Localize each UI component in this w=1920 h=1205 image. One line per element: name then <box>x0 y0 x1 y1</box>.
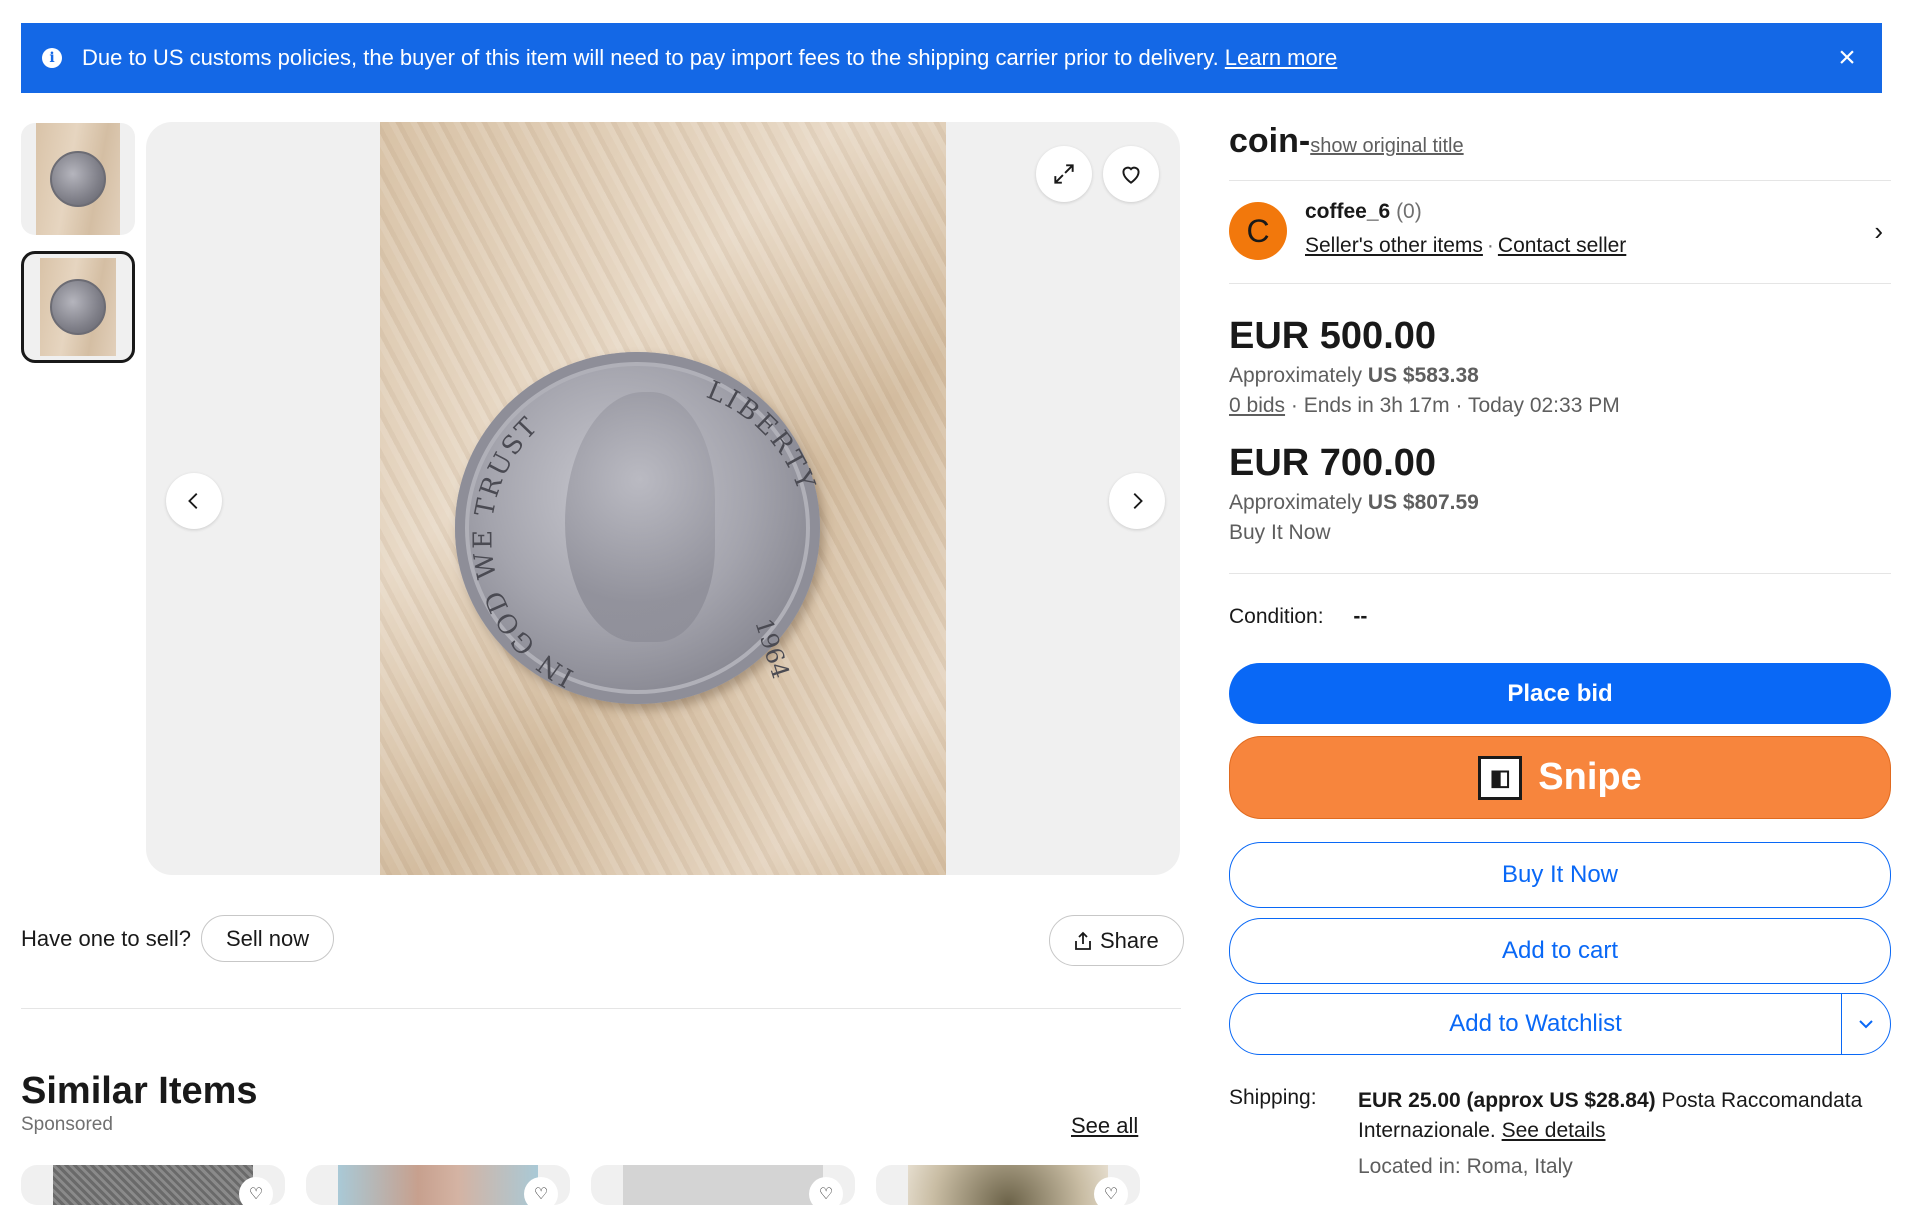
coin-thumbnail-image <box>50 151 106 207</box>
similar-item-image <box>338 1165 538 1205</box>
item-title: coin-show original title <box>1229 122 1464 161</box>
seller-links: Seller's other items · Contact seller <box>1305 234 1627 257</box>
approx-value: US $583.38 <box>1367 364 1479 387</box>
title-divider <box>1229 180 1891 181</box>
coin-year: 1964 <box>749 615 795 682</box>
end-time: Today 02:33 PM <box>1467 394 1620 417</box>
similar-item-card[interactable]: ♡ <box>306 1165 570 1205</box>
auction-price: EUR 500.00 <box>1229 315 1437 357</box>
seller-other-items-link[interactable]: Seller's other items <box>1305 234 1483 257</box>
seller-feedback: (0) <box>1396 200 1422 223</box>
auction-meta: 0 bids · Ends in 3h 17m · Today 02:33 PM <box>1229 394 1620 417</box>
coin-image: IN GOD WE TRUST LIBERTY 1964 <box>455 352 820 704</box>
main-image-viewer: IN GOD WE TRUST LIBERTY 1964 <box>146 122 1180 875</box>
item-title-text: coin- <box>1229 122 1311 160</box>
seller-name[interactable]: coffee_6 <box>1305 200 1390 223</box>
similar-item-card[interactable]: ♡ <box>591 1165 855 1205</box>
approx-value: US $807.59 <box>1367 491 1479 514</box>
bids-link[interactable]: 0 bids <box>1229 394 1285 417</box>
watchlist-split-button: Add to Watchlist <box>1229 993 1891 1055</box>
seller-card[interactable]: C coffee_6 (0) Seller's other items · Cont… <box>1229 200 1891 264</box>
buy-now-price: EUR 700.00 <box>1229 442 1437 484</box>
buy-now-label: Buy It Now <box>1229 521 1331 544</box>
heart-icon[interactable]: ♡ <box>239 1177 273 1205</box>
see-details-link[interactable]: See details <box>1502 1119 1606 1142</box>
share-label: Share <box>1100 927 1159 953</box>
coin-thumbnail-image <box>50 279 106 335</box>
share-button[interactable]: Share <box>1049 915 1184 966</box>
coin-legend-right: LIBERTY <box>702 375 818 496</box>
info-icon: i <box>42 48 62 68</box>
section-divider <box>21 1008 1181 1009</box>
learn-more-link[interactable]: Learn more <box>1225 45 1338 71</box>
share-icon <box>1075 931 1091 950</box>
heart-icon[interactable]: ♡ <box>809 1177 843 1205</box>
sell-now-button[interactable]: Sell now <box>201 915 335 962</box>
show-original-title-link[interactable]: show original title <box>1310 135 1463 157</box>
shipping-cost: EUR 25.00 (approx US $28.84) <box>1358 1089 1656 1112</box>
item-location: Located in: Roma, Italy <box>1358 1155 1573 1178</box>
contact-seller-link[interactable]: Contact seller <box>1498 234 1626 257</box>
seller-name-row: coffee_6 (0) <box>1305 200 1422 224</box>
condition-label: Condition: <box>1229 605 1324 628</box>
sponsored-label: Sponsored <box>21 1114 113 1135</box>
seller-divider <box>1229 283 1891 284</box>
add-to-watchlist-button[interactable]: Add to Watchlist <box>1230 994 1841 1054</box>
similar-item-card[interactable]: ♡ <box>21 1165 285 1205</box>
close-icon[interactable]: × <box>1830 41 1864 75</box>
prev-image-button[interactable] <box>166 473 222 529</box>
approx-label: Approximately <box>1229 491 1363 514</box>
sell-question: Have one to sell? <box>21 925 191 951</box>
svg-text:LIBERTY: LIBERTY <box>702 375 820 496</box>
next-image-button[interactable] <box>1109 473 1165 529</box>
similar-item-image <box>623 1165 823 1205</box>
expand-icon <box>1054 164 1074 184</box>
thumbnail-2-selected[interactable] <box>21 251 135 363</box>
see-all-link[interactable]: See all <box>1071 1113 1138 1139</box>
add-to-cart-button[interactable]: Add to cart <box>1229 918 1891 984</box>
similar-item-image <box>53 1165 253 1205</box>
coin-photo: IN GOD WE TRUST LIBERTY 1964 <box>380 122 946 875</box>
heart-icon[interactable]: ♡ <box>1094 1177 1128 1205</box>
heart-icon <box>1122 166 1140 184</box>
chevron-left-icon <box>188 493 198 509</box>
avatar: C <box>1229 202 1287 260</box>
snipe-icon: ◧ <box>1478 755 1523 800</box>
buy-now-approx: Approximately US $807.59 <box>1229 491 1479 515</box>
heart-icon[interactable]: ♡ <box>524 1177 558 1205</box>
snipe-button[interactable]: ◧ Snipe <box>1229 736 1891 819</box>
approx-label: Approximately <box>1229 364 1363 387</box>
import-fees-banner: i Due to US customs policies, the buyer … <box>21 23 1882 93</box>
price-divider <box>1229 573 1891 574</box>
coin-legend-left: IN GOD WE TRUST <box>468 411 576 692</box>
similar-items-title: Similar Items <box>21 1070 258 1112</box>
coin-legend: IN GOD WE TRUST LIBERTY 1964 <box>468 375 820 692</box>
sell-prompt: Have one to sell? Sell now <box>21 915 335 962</box>
shipping-value: EUR 25.00 (approx US $28.84) Posta Racco… <box>1358 1086 1878 1146</box>
condition-value: -- <box>1353 605 1368 628</box>
thumbnail-1[interactable] <box>21 123 135 235</box>
similar-item-card[interactable]: ♡ <box>876 1165 1140 1205</box>
chevron-down-icon <box>1859 1020 1873 1029</box>
snipe-label: Snipe <box>1538 756 1642 798</box>
similar-item-image <box>908 1165 1108 1205</box>
buy-it-now-button[interactable]: Buy It Now <box>1229 842 1891 908</box>
auction-approx: Approximately US $583.38 <box>1229 364 1479 388</box>
chevron-right-icon[interactable]: › <box>1874 216 1883 247</box>
chevron-right-icon <box>1133 493 1143 509</box>
banner-message: Due to US customs policies, the buyer of… <box>82 45 1219 70</box>
place-bid-button[interactable]: Place bid <box>1229 663 1891 724</box>
condition-row: Condition: -- <box>1229 605 1367 629</box>
watchlist-dropdown-button[interactable] <box>1841 994 1890 1054</box>
watch-heart-button[interactable] <box>1103 146 1159 202</box>
svg-text:IN GOD WE TRUST: IN GOD WE TRUST <box>468 411 578 692</box>
shipping-label: Shipping: <box>1229 1086 1317 1109</box>
ends-in: Ends in 3h 17m <box>1303 394 1450 417</box>
expand-button[interactable] <box>1036 146 1092 202</box>
